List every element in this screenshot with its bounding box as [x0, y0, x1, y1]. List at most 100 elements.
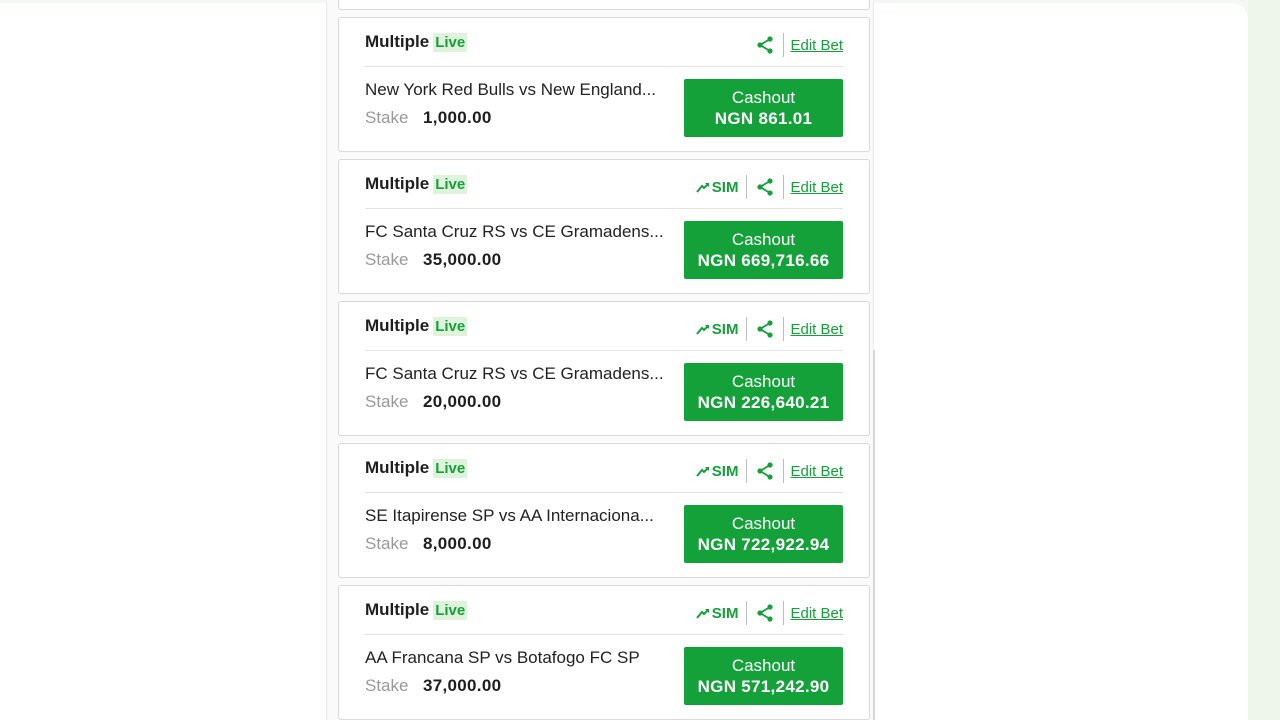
actions-divider [783, 317, 785, 341]
cashout-button[interactable]: Cashout NGN 722,922.94 [684, 505, 843, 563]
sim-arrow-icon [696, 467, 709, 477]
live-badge: Live [433, 174, 468, 194]
live-badge: Live [433, 458, 468, 478]
bet-card[interactable]: Multiple Live SIM [338, 159, 870, 294]
cashout-button[interactable]: Cashout NGN 226,640.21 [684, 363, 843, 421]
bet-actions: SIM Edit Bet [696, 458, 843, 484]
share-icon [757, 604, 774, 622]
sim-button[interactable]: SIM [696, 320, 739, 338]
actions-divider [783, 33, 785, 57]
cashout-label: Cashout [731, 372, 796, 391]
bet-actions: SIM Edit Bet [696, 316, 843, 342]
cashout-label: Cashout [731, 88, 796, 107]
bet-actions: Edit Bet [747, 32, 843, 58]
stake-row: Stake 35,000.00 [365, 250, 501, 270]
card-divider [365, 208, 843, 209]
bet-type-label: Multiple [365, 458, 430, 477]
share-button[interactable] [747, 174, 783, 200]
cashout-label: Cashout [731, 656, 796, 675]
bet-actions: SIM Edit Bet [696, 174, 843, 200]
sim-arrow-icon [696, 609, 709, 619]
edit-bet-link[interactable]: Edit Bet [790, 321, 843, 338]
live-badge: Live [433, 316, 468, 336]
share-icon [757, 462, 774, 480]
bet-type-label: Multiple [365, 316, 430, 335]
bet-type-label: Multiple [365, 174, 430, 193]
cashout-label: Cashout [731, 514, 796, 533]
actions-divider [783, 175, 785, 199]
stake-row: Stake 37,000.00 [365, 676, 501, 696]
stake-value: 20,000.00 [423, 392, 502, 411]
live-badge: Live [433, 600, 468, 620]
cashout-label: Cashout [731, 230, 796, 249]
stake-label: Stake [365, 534, 409, 553]
cashout-amount: NGN 226,640.21 [697, 393, 830, 412]
sim-button[interactable]: SIM [696, 178, 739, 196]
cashout-amount: NGN 861.01 [714, 109, 813, 128]
bet-type-label: Multiple [365, 32, 430, 51]
bet-type: Multiple Live [365, 600, 468, 620]
bet-card[interactable]: Multiple Live SIM [338, 301, 870, 436]
stake-row: Stake 1,000.00 [365, 108, 492, 128]
stake-value: 1,000.00 [423, 108, 492, 127]
bet-type: Multiple Live [365, 458, 468, 478]
match-name: FC Santa Cruz RS vs CE Gramadens... [365, 364, 664, 383]
cashout-button[interactable]: Cashout NGN 571,242.90 [684, 647, 843, 705]
stake-label: Stake [365, 108, 409, 127]
stake-value: 8,000.00 [423, 534, 492, 553]
sim-label: SIM [711, 462, 739, 480]
card-divider [365, 350, 843, 351]
stake-value: 37,000.00 [423, 676, 502, 695]
cashout-amount: NGN 571,242.90 [697, 677, 830, 696]
sim-label: SIM [711, 178, 739, 196]
sim-button[interactable]: SIM [696, 604, 739, 622]
actions-divider [783, 459, 785, 483]
sim-button[interactable]: SIM [696, 462, 739, 480]
share-button[interactable] [747, 600, 783, 626]
stake-value: 35,000.00 [423, 250, 502, 269]
stake-label: Stake [365, 250, 409, 269]
card-divider [365, 492, 843, 493]
share-button[interactable] [747, 458, 783, 484]
bet-actions: SIM Edit Bet [696, 600, 843, 626]
bet-type: Multiple Live [365, 174, 468, 194]
match-name: AA Francana SP vs Botafogo FC SP [365, 648, 640, 667]
sim-label: SIM [711, 604, 739, 622]
bet-card[interactable]: Multiple Live SIM [338, 585, 870, 720]
stake-label: Stake [365, 676, 409, 695]
stake-row: Stake 8,000.00 [365, 534, 492, 554]
share-button[interactable] [747, 32, 783, 58]
live-badge: Live [433, 32, 468, 52]
bet-card[interactable]: Multiple Live Edit Bet New York Red Bull… [338, 17, 870, 152]
bet-type: Multiple Live [365, 316, 468, 336]
edit-bet-link[interactable]: Edit Bet [790, 37, 843, 54]
bet-card[interactable]: Multiple Live SIM [338, 443, 870, 578]
match-name: SE Itapirense SP vs AA Internaciona... [365, 506, 654, 525]
previous-bet-card-edge [338, 0, 870, 10]
stake-label: Stake [365, 392, 409, 411]
stake-row: Stake 20,000.00 [365, 392, 501, 412]
share-icon [757, 320, 774, 338]
bet-type: Multiple Live [365, 32, 468, 52]
actions-divider [783, 601, 785, 625]
sim-label: SIM [711, 320, 739, 338]
share-button[interactable] [747, 316, 783, 342]
edit-bet-link[interactable]: Edit Bet [790, 605, 843, 622]
right-background-strip [1248, 0, 1280, 720]
sim-arrow-icon [696, 325, 709, 335]
cashout-button[interactable]: Cashout NGN 861.01 [684, 79, 843, 137]
bet-type-label: Multiple [365, 600, 430, 619]
cashout-amount: NGN 669,716.66 [697, 251, 830, 270]
share-icon [757, 36, 774, 54]
card-divider [365, 634, 843, 635]
card-divider [365, 66, 843, 67]
sim-arrow-icon [696, 183, 709, 193]
match-name: FC Santa Cruz RS vs CE Gramadens... [365, 222, 664, 241]
edit-bet-link[interactable]: Edit Bet [790, 179, 843, 196]
cashout-button[interactable]: Cashout NGN 669,716.66 [684, 221, 843, 279]
cashout-amount: NGN 722,922.94 [697, 535, 830, 554]
edit-bet-link[interactable]: Edit Bet [790, 463, 843, 480]
share-icon [757, 178, 774, 196]
scrollbar[interactable] [873, 350, 875, 720]
match-name: New York Red Bulls vs New England... [365, 80, 657, 99]
